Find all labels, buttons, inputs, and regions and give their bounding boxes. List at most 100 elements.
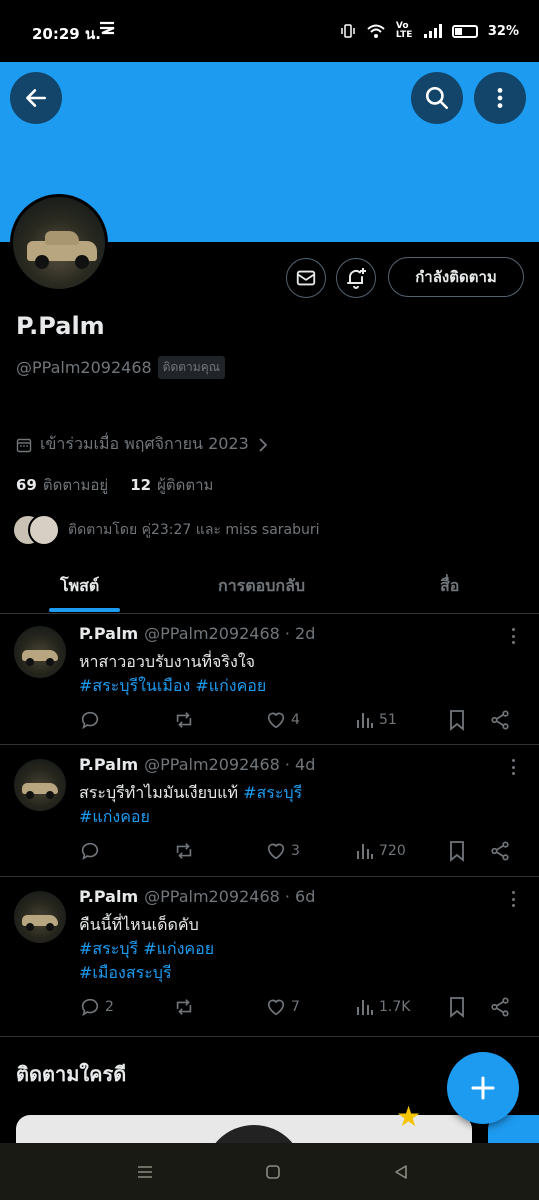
post-header: P.Palm @PPalm2092468 · 4d — [79, 755, 315, 774]
post-avatar[interactable] — [14, 759, 66, 811]
avatar — [28, 514, 60, 546]
post-item[interactable]: P.Palm @PPalm2092468 · 6d คืนนี้ที่ไหนเด… — [0, 877, 539, 1037]
following-count[interactable]: 69 — [16, 476, 37, 494]
more-button[interactable] — [474, 72, 526, 124]
post-more-icon[interactable] — [505, 891, 521, 907]
tab-media[interactable]: สื่อ — [440, 574, 459, 599]
post-hashtag[interactable]: #สระบุรี — [243, 783, 302, 802]
back-triangle-icon[interactable] — [386, 1157, 416, 1187]
share-icon — [491, 841, 509, 861]
like-count: 4 — [291, 712, 300, 728]
profile-handle: @PPalm2092468 — [16, 358, 152, 377]
volte-label: Vo LTE — [395, 21, 413, 40]
repost-button[interactable] — [173, 839, 195, 863]
wifi-icon — [367, 24, 385, 38]
views-button[interactable]: 1.7K — [355, 995, 410, 1019]
menu-icon[interactable] — [130, 1157, 160, 1187]
repost-button[interactable] — [173, 995, 195, 1019]
post-author-name[interactable]: P.Palm — [79, 624, 138, 643]
truck-wheel — [46, 658, 54, 666]
reply-button[interactable]: 2 — [79, 995, 114, 1019]
profile-tabs: โพสต์ การตอบกลับ สื่อ — [0, 562, 539, 614]
post-more-icon[interactable] — [505, 628, 521, 644]
post-actions: 3 720 — [79, 839, 529, 863]
following-button[interactable]: กำลังติดตาม — [388, 257, 524, 297]
share-icon — [491, 997, 509, 1017]
truck-wheel — [35, 255, 49, 269]
post-hashtags[interactable]: #สระบุรี #แก่งคอย — [79, 937, 499, 961]
post-avatar[interactable] — [14, 626, 66, 678]
post-item[interactable]: P.Palm @PPalm2092468 · 4d สระบุรีทำไมมัน… — [0, 745, 539, 877]
system-icons: Vo LTE 32% — [340, 22, 519, 40]
post-hashtags[interactable]: #เมืองสระบุรี — [79, 961, 499, 985]
bookmark-button[interactable] — [447, 995, 467, 1019]
post-author-name[interactable]: P.Palm — [79, 887, 138, 906]
joined-date: เข้าร่วมเมื่อ พฤศจิกายน 2023 — [40, 434, 249, 453]
heart-icon — [267, 843, 285, 860]
post-more-icon[interactable] — [505, 759, 521, 775]
reply-count: 2 — [105, 999, 114, 1015]
bookmark-button[interactable] — [447, 708, 467, 732]
compose-button[interactable] — [447, 1052, 519, 1124]
post-author-name[interactable]: P.Palm — [79, 755, 138, 774]
home-square-icon[interactable] — [258, 1157, 288, 1187]
calendar-icon — [16, 438, 32, 452]
share-icon — [491, 710, 509, 730]
truck-wheel — [26, 791, 34, 799]
truck-wheel — [26, 658, 34, 666]
repost-button[interactable] — [173, 708, 195, 732]
heart-icon — [267, 999, 285, 1016]
follow-counts: 69 ติดตามอยู่ 12 ผู้ติดตาม — [16, 473, 229, 497]
post-text: สระบุรีทำไมมันเงียบแท้ #สระบุรี #แก่งคอย — [79, 781, 499, 829]
more-vertical-icon — [497, 88, 503, 108]
tab-posts[interactable]: โพสต์ — [60, 574, 99, 599]
bookmark-icon — [450, 997, 464, 1018]
truck-wheel — [46, 791, 54, 799]
post-text: คืนนี้ที่ไหนเด็ดคับ #สระบุรี #แก่งคอย #เ… — [79, 913, 499, 985]
signal-icon — [423, 24, 442, 38]
status-bar: 20:29 น. Vo LTE 32% — [0, 0, 539, 62]
like-button[interactable]: 3 — [265, 839, 300, 863]
bookmark-button[interactable] — [447, 839, 467, 863]
share-button[interactable] — [489, 839, 511, 863]
arrow-left-icon — [26, 89, 46, 107]
share-button[interactable] — [489, 708, 511, 732]
truck-wheel — [75, 255, 89, 269]
system-nav-bar — [0, 1143, 539, 1200]
reply-icon — [81, 842, 99, 861]
reply-button[interactable] — [79, 708, 101, 732]
post-actions: 4 51 — [79, 708, 529, 732]
followed-by-row[interactable]: ติดตามโดย คู่23:27 และ miss saraburi — [12, 514, 320, 546]
followers-count[interactable]: 12 — [130, 476, 151, 494]
post-header: P.Palm @PPalm2092468 · 2d — [79, 624, 315, 643]
view-count: 1.7K — [379, 999, 411, 1015]
bell-plus-icon — [347, 268, 366, 289]
reply-button[interactable] — [79, 839, 101, 863]
profile-avatar[interactable] — [10, 194, 108, 292]
view-count: 51 — [379, 712, 397, 728]
message-button[interactable] — [286, 258, 326, 298]
truck-cab — [45, 231, 79, 245]
share-button[interactable] — [489, 995, 511, 1019]
post-text: หาสาวอวบรับงานที่จริงใจ #สระบุรีในเมือง … — [79, 650, 499, 698]
views-button[interactable]: 720 — [355, 839, 406, 863]
search-button[interactable] — [411, 72, 463, 124]
like-button[interactable]: 4 — [265, 708, 300, 732]
notify-button[interactable] — [336, 258, 376, 298]
post-item[interactable]: P.Palm @PPalm2092468 · 2d หาสาวอวบรับงาน… — [0, 614, 539, 745]
post-hashtags[interactable]: #แก่งคอย — [79, 805, 499, 829]
bar-chart-icon — [357, 713, 373, 728]
tab-replies[interactable]: การตอบกลับ — [218, 574, 305, 599]
mail-icon — [296, 270, 316, 286]
repost-icon — [176, 999, 192, 1015]
views-button[interactable]: 51 — [355, 708, 397, 732]
battery-icon — [451, 24, 478, 38]
like-button[interactable]: 7 — [265, 995, 300, 1019]
post-author-handle: @PPalm2092468 · 6d — [144, 887, 316, 906]
joined-row[interactable]: เข้าร่วมเมื่อ พฤศจิกายน 2023 — [16, 432, 269, 457]
followers-label[interactable]: ผู้ติดตาม — [157, 473, 213, 497]
following-label[interactable]: ติดตามอยู่ — [43, 473, 108, 497]
post-hashtags[interactable]: #สระบุรีในเมือง #แก่งคอย — [79, 674, 499, 698]
post-avatar[interactable] — [14, 891, 66, 943]
back-button[interactable] — [10, 72, 62, 124]
